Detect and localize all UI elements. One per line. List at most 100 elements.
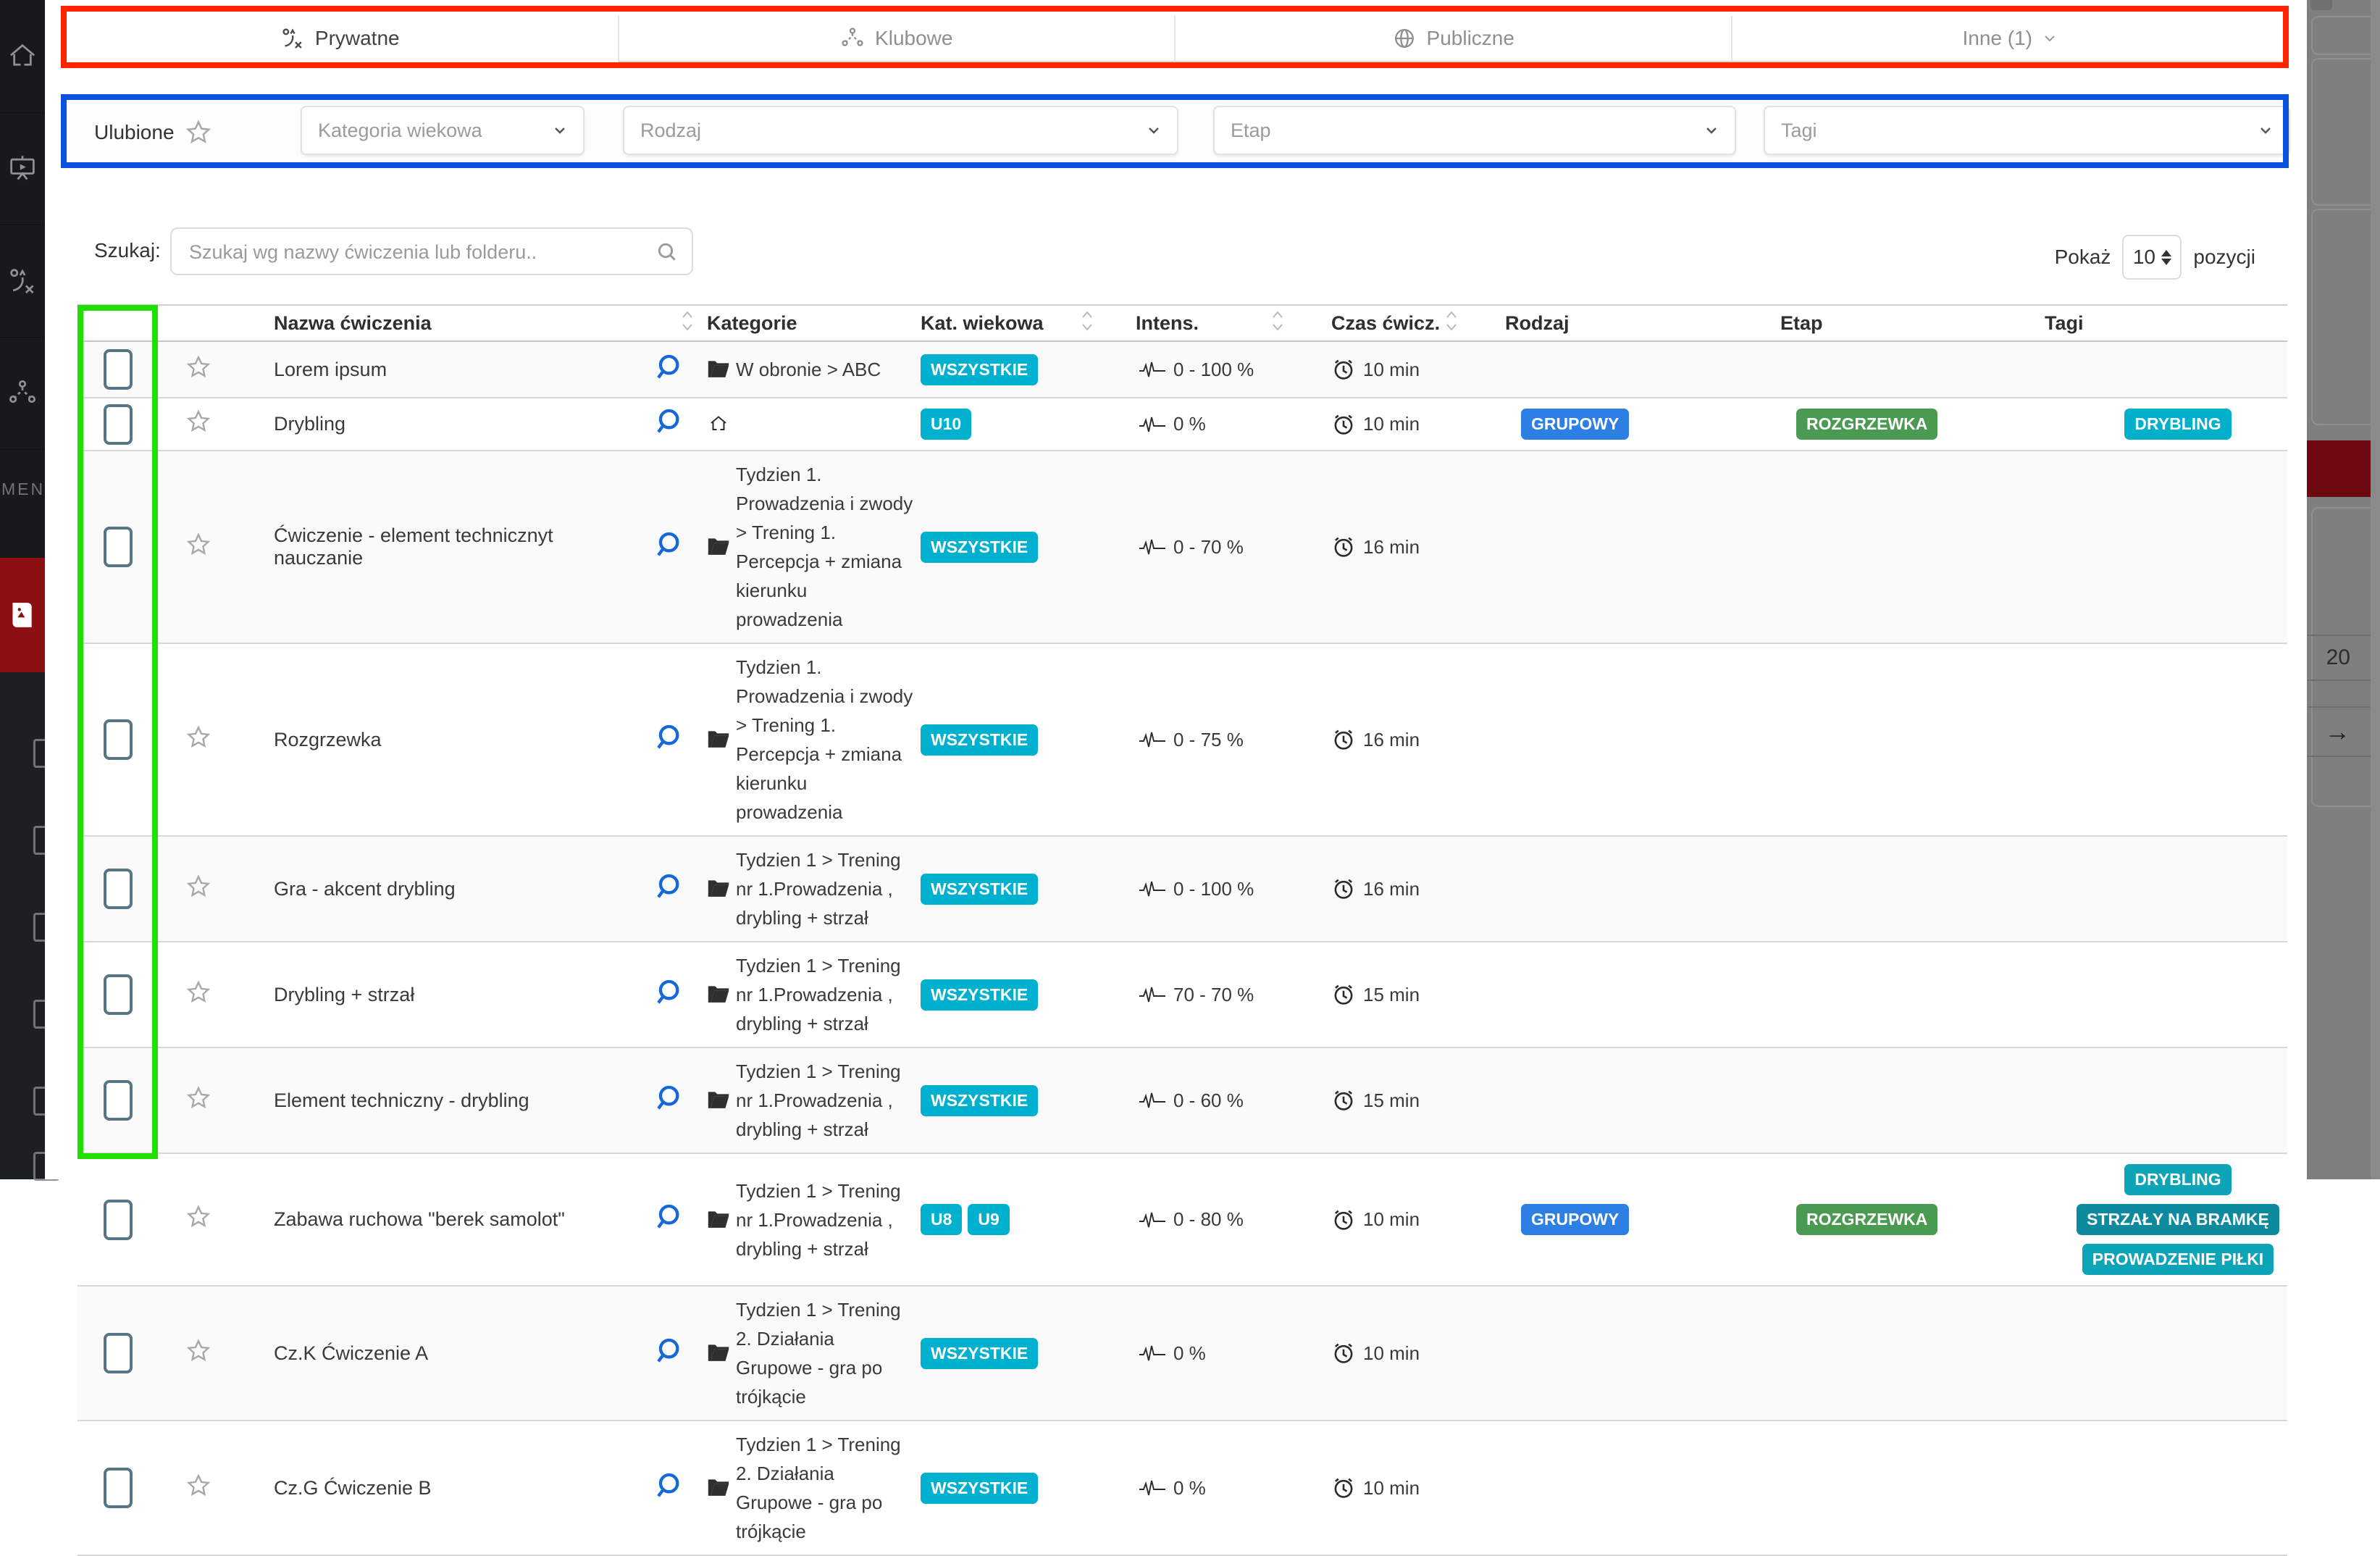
row-checkbox[interactable] xyxy=(104,349,133,390)
sidebar-team-icon[interactable] xyxy=(0,337,45,450)
tags-cell xyxy=(2039,451,2287,643)
table-row: Zabawa ruchowa "berek samolot"Tydzien 1 … xyxy=(77,1154,2287,1287)
header-age[interactable]: Kat. wiekowa xyxy=(915,306,1130,340)
exercise-library-panel: Prywatne Klubowe Publiczne Inne (1) Ulub… xyxy=(45,0,2307,1179)
exercise-name[interactable]: Element techniczny - drybling xyxy=(239,1048,634,1153)
exercise-name[interactable]: Ćwiczenie - element technicznyt nauczani… xyxy=(239,451,634,643)
star-icon[interactable] xyxy=(185,532,211,563)
sort-icon[interactable] xyxy=(1443,309,1459,338)
table-row: Lorem ipsumW obronie > ABCWSZYSTKIE0 - 1… xyxy=(77,342,2287,398)
age-category-cell: WSZYSTKIE xyxy=(915,837,1130,941)
page-size-suffix: pozycji xyxy=(2193,246,2255,269)
intensity-icon xyxy=(1139,1343,1166,1363)
table-row: Drybling + strzałTydzien 1 > Trening nr … xyxy=(77,942,2287,1048)
row-checkbox[interactable] xyxy=(104,869,133,909)
star-icon[interactable] xyxy=(185,874,211,905)
tab-klubowe[interactable]: Klubowe xyxy=(618,16,1175,62)
favorites-toggle[interactable]: Ulubione xyxy=(94,119,212,146)
sort-icon[interactable] xyxy=(679,309,695,338)
dropdown-placeholder: Tagi xyxy=(1781,120,1817,142)
details-magnifier-icon[interactable] xyxy=(653,530,682,564)
row-checkbox[interactable] xyxy=(104,1080,133,1121)
row-favorite-cell xyxy=(158,1287,239,1420)
time-cell: 15 min xyxy=(1325,942,1499,1047)
search-input[interactable] xyxy=(188,233,640,271)
spinner-icon[interactable] xyxy=(2161,250,2171,265)
details-magnifier-icon[interactable] xyxy=(653,978,682,1012)
sidebar-tactics-icon[interactable] xyxy=(0,225,45,338)
row-checkbox[interactable] xyxy=(104,527,133,567)
rodzaj-dropdown[interactable]: Rodzaj xyxy=(623,106,1178,155)
age-category-dropdown[interactable]: Kategoria wiekowa xyxy=(301,106,584,155)
intensity-icon xyxy=(1139,414,1166,435)
header-intensity[interactable]: Intens. xyxy=(1130,306,1325,340)
intensity-icon xyxy=(1139,984,1166,1005)
row-checkbox[interactable] xyxy=(104,1200,133,1240)
etap-dropdown[interactable]: Etap xyxy=(1213,106,1736,155)
sort-icon[interactable] xyxy=(1270,309,1286,338)
sidebar-home-icon[interactable] xyxy=(0,0,45,113)
page-size-control: Pokaż 10 pozycji xyxy=(2055,235,2255,280)
time-cell: 15 min xyxy=(1325,1048,1499,1153)
row-checkbox[interactable] xyxy=(104,404,133,445)
row-checkbox[interactable] xyxy=(104,974,133,1015)
time-cell: 10 min xyxy=(1325,398,1499,450)
exercise-name[interactable]: Lorem ipsum xyxy=(239,342,634,397)
tags-cell xyxy=(2039,1048,2287,1153)
star-icon[interactable] xyxy=(185,979,211,1011)
details-magnifier-icon[interactable] xyxy=(653,1337,682,1371)
exercise-name[interactable]: Cz.G Ćwiczenie B xyxy=(239,1421,634,1555)
page-size-select[interactable]: 10 xyxy=(2122,235,2182,280)
page-size-prefix: Pokaż xyxy=(2055,246,2111,269)
header-checkbox-col xyxy=(77,306,158,340)
details-magnifier-icon[interactable] xyxy=(653,1471,682,1505)
exercise-name[interactable]: Rozgrzewka xyxy=(239,644,634,835)
details-magnifier-icon[interactable] xyxy=(653,407,682,441)
star-icon[interactable] xyxy=(185,354,211,385)
star-icon[interactable] xyxy=(185,409,211,440)
table-row: Ćwiczenie - element technicznyt nauczani… xyxy=(77,451,2287,644)
star-icon[interactable] xyxy=(185,1085,211,1116)
sidebar-presentation-icon[interactable] xyxy=(0,112,45,225)
scrollbar[interactable] xyxy=(2371,0,2380,1179)
header-name[interactable]: Nazwa ćwiczenia xyxy=(239,306,701,340)
tab-inne[interactable]: Inne (1) xyxy=(1731,16,2288,62)
tab-label: Inne (1) xyxy=(1963,27,2033,50)
row-checkbox-cell xyxy=(77,1421,158,1555)
time-cell: 10 min xyxy=(1325,1154,1499,1285)
tab-prywatne[interactable]: Prywatne xyxy=(62,16,618,62)
dimmed-background-page: 20 → xyxy=(2307,0,2380,1179)
row-details-cell xyxy=(634,942,701,1047)
header-time[interactable]: Czas ćwicz. xyxy=(1325,306,1499,340)
sort-icon[interactable] xyxy=(1079,309,1095,338)
row-checkbox[interactable] xyxy=(104,719,133,760)
time-cell: 16 min xyxy=(1325,644,1499,835)
row-checkbox-cell xyxy=(77,451,158,643)
stage-cell xyxy=(1774,1287,2039,1420)
folder-icon xyxy=(707,1086,736,1115)
star-icon[interactable] xyxy=(185,1204,211,1235)
tab-publiczne[interactable]: Publiczne xyxy=(1174,16,1731,62)
details-magnifier-icon[interactable] xyxy=(653,723,682,757)
details-magnifier-icon[interactable] xyxy=(653,872,682,906)
row-details-cell xyxy=(634,1048,701,1153)
details-magnifier-icon[interactable] xyxy=(653,353,682,387)
details-magnifier-icon[interactable] xyxy=(653,1084,682,1118)
tagi-dropdown[interactable]: Tagi xyxy=(1764,106,2290,155)
chevron-down-icon xyxy=(1147,123,1161,138)
sidebar-active-item[interactable] xyxy=(0,558,45,672)
details-magnifier-icon[interactable] xyxy=(653,1202,682,1237)
star-icon[interactable] xyxy=(185,724,211,756)
exercise-name[interactable]: Zabawa ruchowa "berek samolot" xyxy=(239,1154,634,1285)
exercise-name[interactable]: Drybling xyxy=(239,398,634,450)
row-details-cell xyxy=(634,1287,701,1420)
exercise-name[interactable]: Cz.K Ćwiczenie A xyxy=(239,1287,634,1420)
exercise-name[interactable]: Drybling + strzał xyxy=(239,942,634,1047)
tags-cell: DRYBLINGSTRZAŁY NA BRAMKĘPROWADZENIE PIŁ… xyxy=(2039,1154,2287,1285)
row-checkbox[interactable] xyxy=(104,1333,133,1373)
tag-badge: DRYBLING xyxy=(2124,409,2231,440)
star-icon[interactable] xyxy=(185,1338,211,1369)
exercise-name[interactable]: Gra - akcent drybling xyxy=(239,837,634,941)
star-icon[interactable] xyxy=(185,1473,211,1504)
row-checkbox[interactable] xyxy=(104,1468,133,1508)
